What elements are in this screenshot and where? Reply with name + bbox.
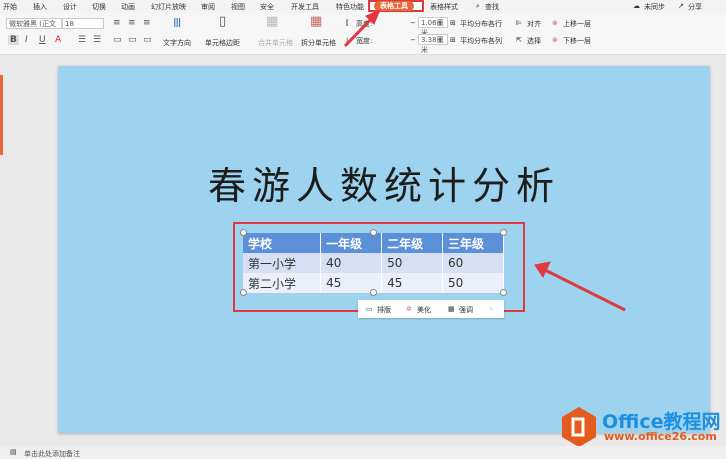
notes-icon: ▤ [10,448,17,456]
notes-bar[interactable]: ▤ 单击此处添加备注 [0,446,726,459]
arrow-icon [534,261,626,312]
arrow-icon [343,9,381,48]
annotation-arrows [343,9,626,312]
watermark-logo [562,407,596,449]
notes-placeholder[interactable]: 单击此处添加备注 [24,449,80,459]
watermark-url: www.office26.com [604,430,717,443]
